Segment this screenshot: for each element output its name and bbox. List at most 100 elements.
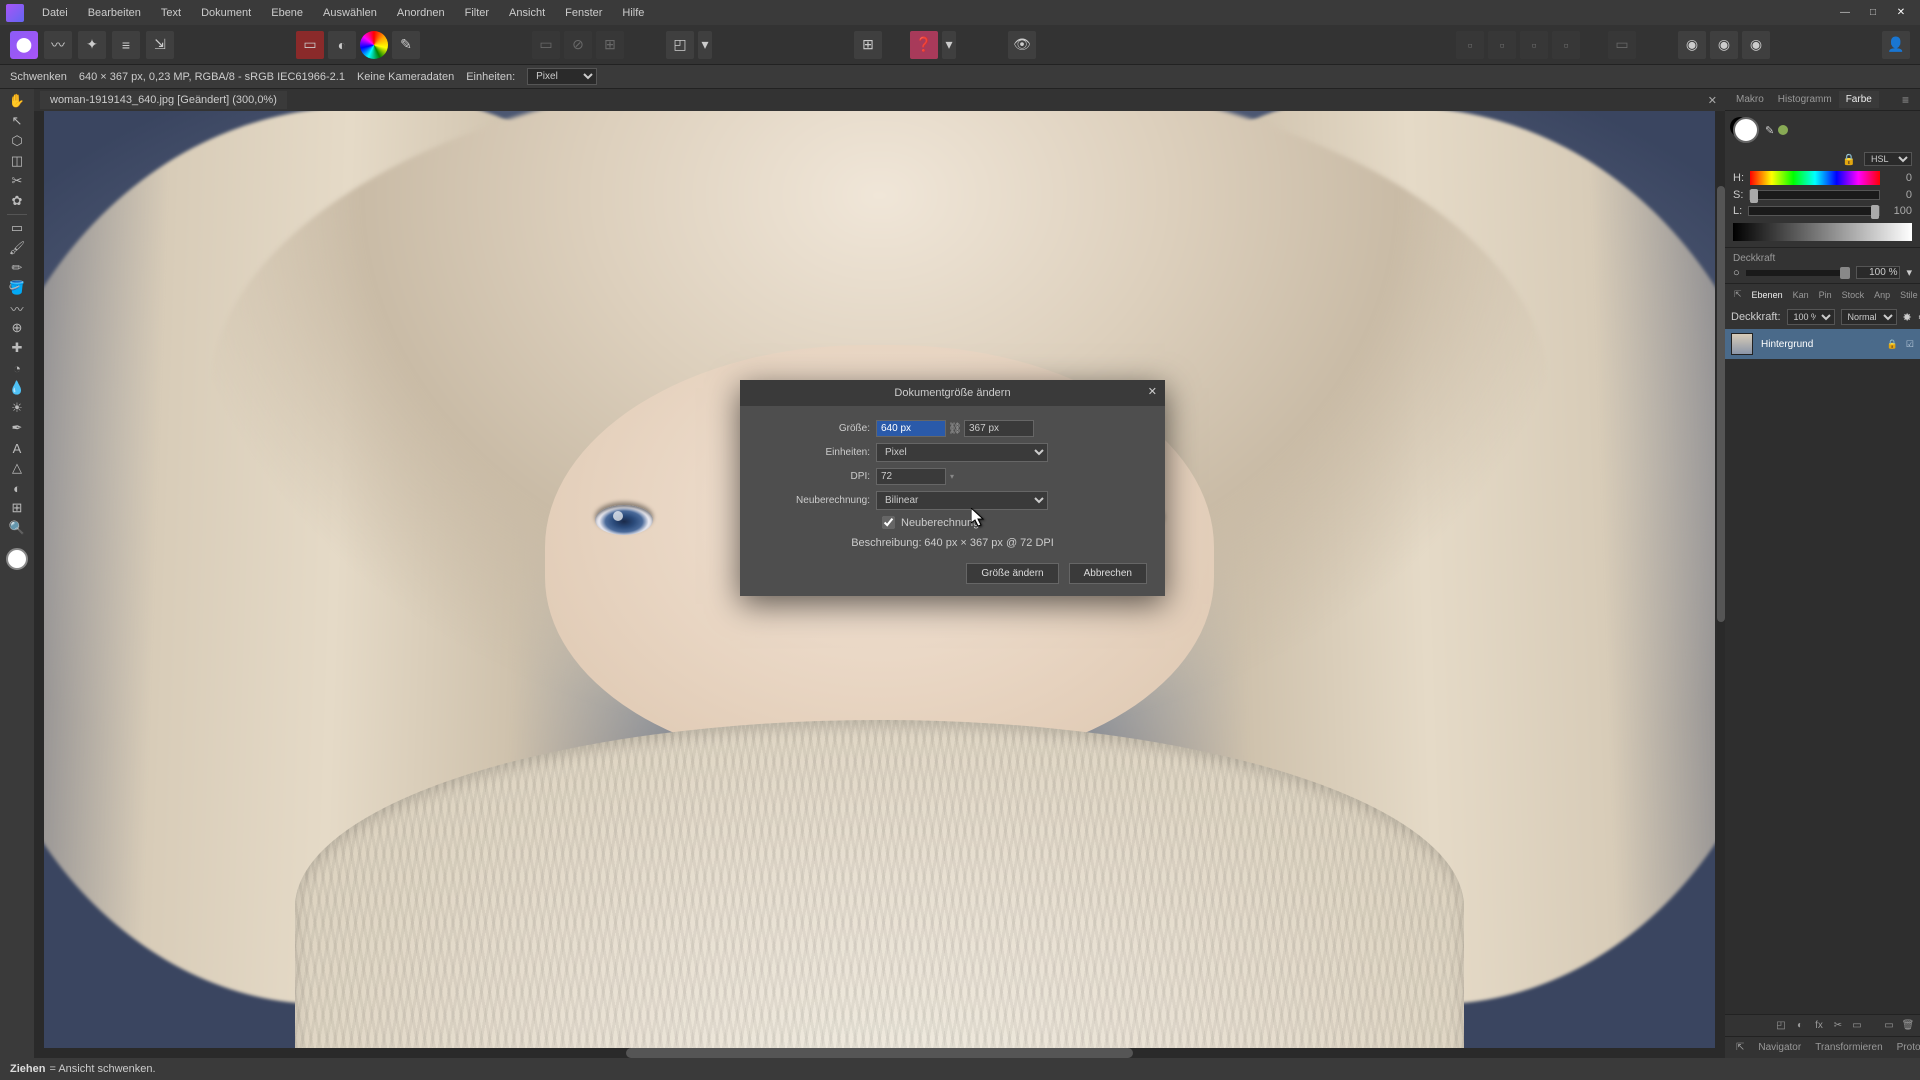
crop-icon[interactable]: ◰ [666,31,694,59]
expand2-icon[interactable]: ⇱ [1729,1039,1751,1056]
crop-layer-icon[interactable]: ✂ [1830,1018,1846,1034]
marquee-tool-icon[interactable]: ▭ [2,218,32,238]
persona-photo-icon[interactable]: ⬤ [10,31,38,59]
swatch-circle-icon[interactable]: ◐ [328,31,356,59]
tab-pin[interactable]: Pin [1814,287,1837,303]
cancel-button[interactable]: Abbrechen [1069,563,1147,584]
menu-datei[interactable]: Datei [32,3,78,23]
preview-icon[interactable]: 👁 [1008,31,1036,59]
width-input[interactable] [876,420,946,437]
opacity-dropdown-icon[interactable]: ▾ [1906,266,1912,279]
share-2-icon[interactable]: ◉ [1710,31,1738,59]
mask-icon[interactable]: ◰ [1773,1018,1789,1034]
fill-tool-icon[interactable]: 🪣 [2,278,32,298]
adjust-icon[interactable]: ◐ [1792,1018,1808,1034]
tab-farbe[interactable]: Farbe [1839,91,1879,108]
menu-filter[interactable]: Filter [455,3,499,23]
swatch-rainbow-icon[interactable] [360,31,388,59]
color-well-icon[interactable] [1733,117,1759,143]
align-4-icon[interactable]: ▫ [1552,31,1580,59]
blend-mode-select[interactable]: Normal [1841,309,1897,325]
add-layer-icon[interactable]: ▭ [1881,1018,1897,1034]
layer-row[interactable]: Hintergrund 🔒 ☑ [1725,329,1920,359]
color-swatch-icon[interactable] [6,548,28,570]
dialog-close-icon[interactable]: ✕ [1148,385,1157,398]
menu-text[interactable]: Text [151,3,191,23]
zoom-tool-icon[interactable]: 🔍 [2,518,32,538]
tab-ebenen[interactable]: Ebenen [1747,287,1788,303]
dodge-tool-icon[interactable]: ☀ [2,398,32,418]
sel-rect-icon[interactable]: ▭ [532,31,560,59]
tab-protokoll[interactable]: Protokoll [1890,1039,1920,1056]
patch-tool-icon[interactable]: ◔ [2,358,32,378]
horizontal-scrollbar[interactable] [626,1048,1133,1058]
minimize-icon[interactable]: — [1832,4,1858,22]
dialog-titlebar[interactable]: Dokumentgröße ändern ✕ [740,380,1165,406]
move-tool-icon[interactable]: ↖ [2,111,32,131]
brush-tool-icon[interactable]: 🖌 [2,238,32,258]
hue-slider[interactable] [1750,171,1880,185]
tab-transform[interactable]: Transformieren [1808,1039,1889,1056]
resize-button[interactable]: Größe ändern [966,563,1058,584]
tab-close-icon[interactable]: ✕ [1708,94,1725,107]
panel-menu-icon[interactable]: ≡ [1895,90,1916,110]
units-select[interactable]: Pixel [876,443,1048,462]
node-tool-icon[interactable]: ⬡ [2,131,32,151]
lig-slider[interactable] [1748,206,1880,216]
pen-tool-icon[interactable]: ✒ [2,418,32,438]
eyedropper-icon[interactable]: ✎ [1765,124,1774,137]
layer-fx-icon[interactable]: ✸ [1903,311,1912,324]
heal-tool-icon[interactable]: ✚ [2,338,32,358]
text-tool-icon[interactable]: A [2,438,32,458]
clone-tool-icon[interactable]: ⊕ [2,318,32,338]
opacity-value[interactable]: 100 % [1856,266,1900,279]
lasso-tool-icon[interactable]: ✂ [2,171,32,191]
tab-histogramm[interactable]: Histogramm [1771,91,1839,108]
persona-liquify-icon[interactable]: 〰 [44,31,72,59]
persona-export-icon[interactable]: ⇲ [146,31,174,59]
color-mode-select[interactable]: HSL [1864,152,1912,166]
align-5-icon[interactable]: ▭ [1608,31,1636,59]
resample-checkbox[interactable] [882,516,895,529]
shape-tool-icon[interactable]: △ [2,458,32,478]
menu-auswaehlen[interactable]: Auswählen [313,3,387,23]
hand-tool-icon[interactable]: ✋ [2,91,32,111]
flood-tool-icon[interactable]: ✿ [2,191,32,211]
layer-lock-icon[interactable]: 🔒 [1887,339,1898,350]
link-icon[interactable]: ⛓ [946,422,964,435]
smudge-tool-icon[interactable]: 〰 [2,298,32,318]
units-select[interactable]: Pixel [527,68,597,85]
crop-tool-icon[interactable]: ◫ [2,151,32,171]
delete-layer-icon[interactable]: 🗑 [1900,1018,1916,1034]
swatch-red-icon[interactable]: ▭ [296,31,324,59]
align-1-icon[interactable]: ▫ [1456,31,1484,59]
dpi-input[interactable] [876,468,946,485]
height-input[interactable] [964,420,1034,437]
close-icon[interactable]: ✕ [1888,4,1914,22]
menu-fenster[interactable]: Fenster [555,3,612,23]
menu-dokument[interactable]: Dokument [191,3,261,23]
share-1-icon[interactable]: ◉ [1678,31,1706,59]
align-2-icon[interactable]: ▫ [1488,31,1516,59]
resample-select[interactable]: Bilinear [876,491,1048,510]
menu-ebene[interactable]: Ebene [261,3,313,23]
blur-tool-icon[interactable]: 💧 [2,378,32,398]
share-3-icon[interactable]: ◉ [1742,31,1770,59]
assist-dropdown-icon[interactable]: ▾ [942,31,956,59]
dpi-dropdown-icon[interactable]: ▾ [946,472,954,481]
sel-none-icon[interactable]: ⊘ [564,31,592,59]
tab-stile[interactable]: Stile [1895,287,1920,303]
sat-slider[interactable] [1749,190,1880,200]
fx-icon[interactable]: fx [1811,1018,1827,1034]
gradient-tool-icon[interactable]: ◐ [2,478,32,498]
vertical-scrollbar[interactable] [1717,186,1725,622]
tab-makro[interactable]: Makro [1729,91,1771,108]
layer-opacity-select[interactable]: 100 % [1787,309,1835,325]
mesh-tool-icon[interactable]: ⊞ [2,498,32,518]
persona-tone-icon[interactable]: ≡ [112,31,140,59]
tab-kan[interactable]: Kan [1788,287,1814,303]
menu-hilfe[interactable]: Hilfe [612,3,654,23]
menu-anordnen[interactable]: Anordnen [387,3,455,23]
opacity-slider[interactable] [1746,270,1851,276]
swatch-picker-icon[interactable]: ✎ [392,31,420,59]
